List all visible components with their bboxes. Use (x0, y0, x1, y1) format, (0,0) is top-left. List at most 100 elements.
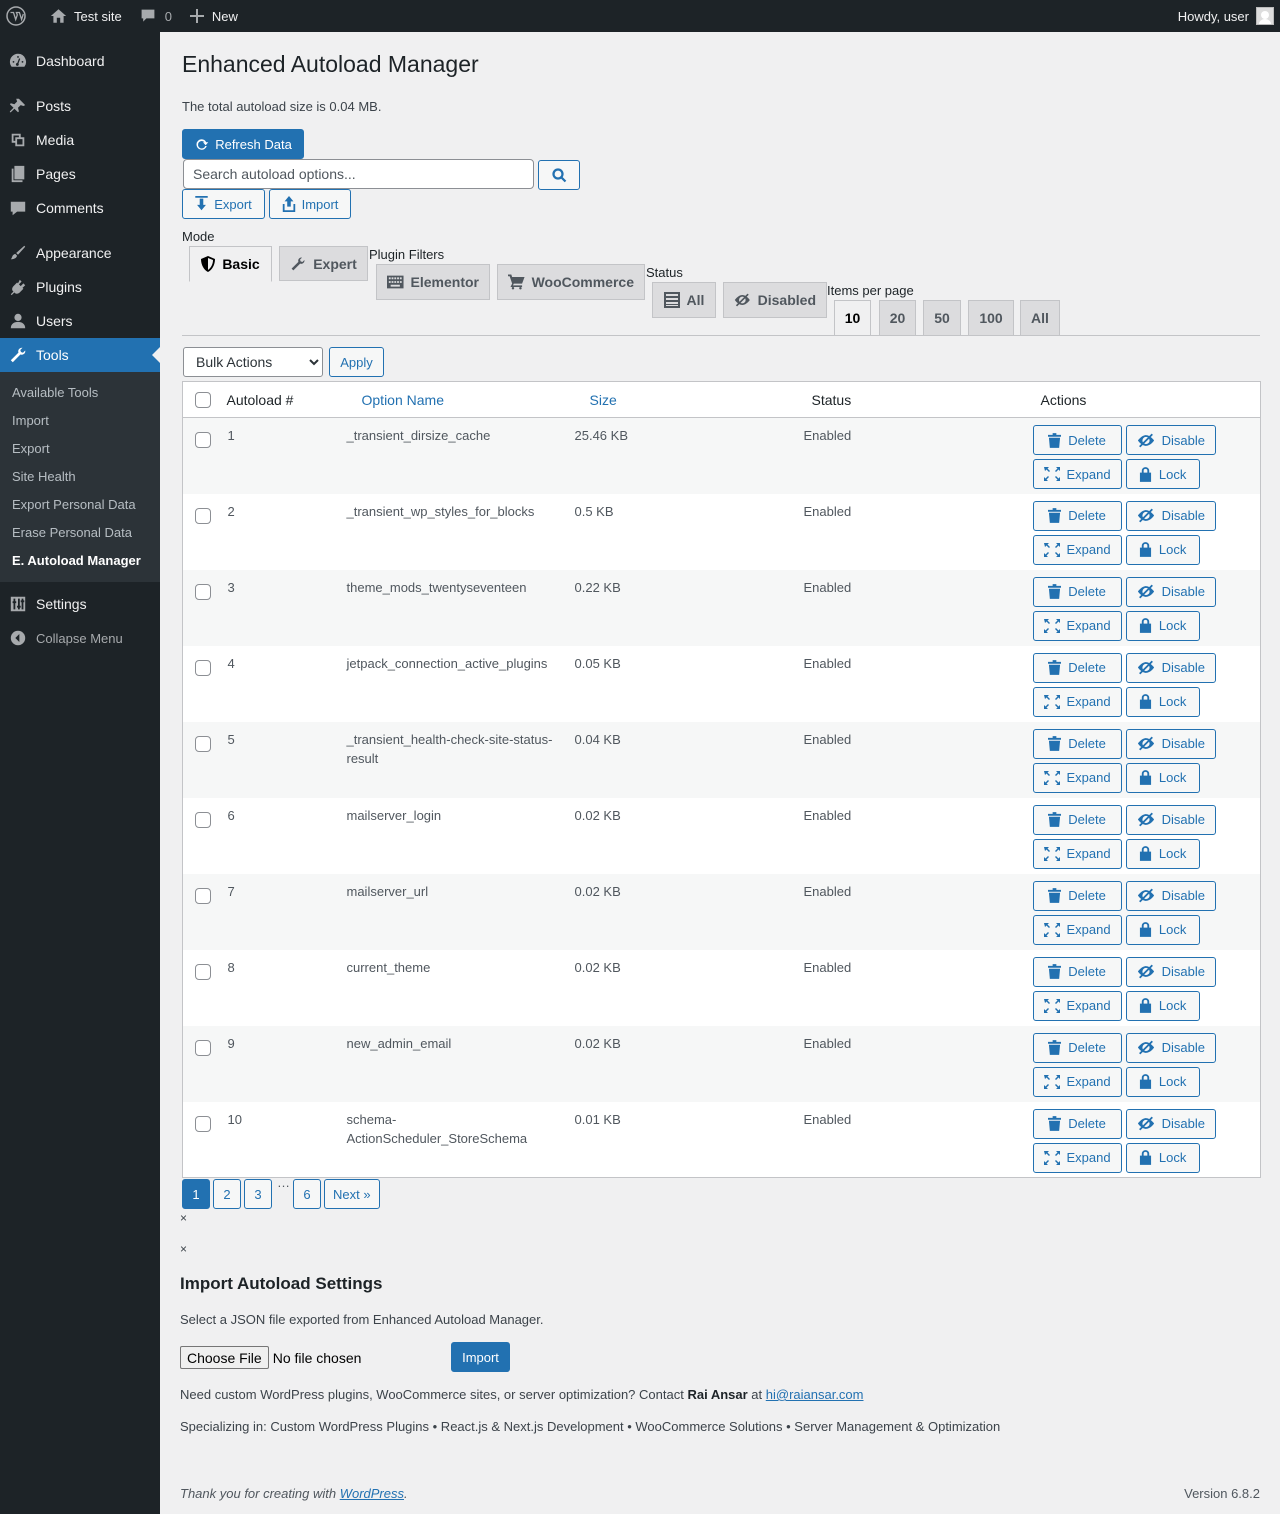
delete-button[interactable]: Delete (1032, 1108, 1122, 1139)
choose-file-button[interactable]: Choose File (180, 1346, 269, 1369)
close-mark-1[interactable]: × (180, 1211, 187, 1225)
tab-per-page-10[interactable]: 10 (834, 300, 871, 336)
tab-mode-expert[interactable]: Expert (279, 246, 368, 281)
tab-plugin-elementor[interactable]: Elementor (376, 264, 490, 300)
menu-comments[interactable]: Comments (0, 191, 160, 225)
delete-button[interactable]: Delete (1032, 1032, 1122, 1063)
submenu-export-personal-data[interactable]: Export Personal Data (0, 491, 160, 519)
submenu-export[interactable]: Export (0, 435, 160, 463)
disable-button[interactable]: Disable (1125, 576, 1216, 607)
row-checkbox[interactable] (195, 963, 211, 980)
row-checkbox[interactable] (195, 432, 211, 448)
delete-button[interactable]: Delete (1032, 956, 1122, 987)
search-input[interactable] (183, 159, 534, 189)
tab-per-page-all[interactable]: All (1020, 300, 1060, 336)
delete-button[interactable]: Delete (1032, 804, 1122, 835)
footer-wordpress-link[interactable]: WordPress (340, 1486, 404, 1501)
row-checkbox[interactable] (195, 887, 211, 904)
page-6-button[interactable]: 6 (293, 1179, 321, 1209)
row-checkbox[interactable] (195, 1115, 211, 1132)
refresh-data-button[interactable]: Refresh Data (182, 129, 304, 159)
submenu-site-health[interactable]: Site Health (0, 463, 160, 491)
row-checkbox[interactable] (195, 1039, 211, 1056)
import-button[interactable]: Import (269, 189, 351, 219)
tab-mode-basic[interactable]: Basic (189, 246, 272, 282)
tab-status-all[interactable]: All (652, 282, 716, 318)
page-3-button[interactable]: 3 (244, 1179, 272, 1209)
comments-link[interactable]: 0 (130, 0, 180, 32)
expand-button[interactable]: Expand (1032, 914, 1122, 945)
expand-button[interactable]: Expand (1032, 534, 1122, 565)
disable-button[interactable]: Disable (1125, 652, 1216, 683)
lock-button[interactable]: Lock (1125, 1066, 1200, 1097)
menu-tools[interactable]: Tools (0, 338, 160, 372)
row-checkbox[interactable] (195, 583, 211, 600)
expand-button[interactable]: Expand (1032, 1066, 1122, 1097)
disable-button[interactable]: Disable (1125, 425, 1216, 455)
apply-button[interactable]: Apply (329, 347, 384, 377)
tab-status-disabled[interactable]: Disabled (723, 282, 827, 318)
disable-button[interactable]: Disable (1125, 1108, 1216, 1139)
import-submit-button[interactable]: Import (451, 1342, 510, 1372)
delete-button[interactable]: Delete (1032, 652, 1122, 683)
expand-button[interactable]: Expand (1032, 459, 1122, 489)
account-menu[interactable]: Howdy, user (1170, 0, 1280, 32)
menu-posts[interactable]: Posts (0, 89, 160, 123)
tab-per-page-100[interactable]: 100 (968, 300, 1014, 336)
page-1-button[interactable]: 1 (182, 1179, 210, 1209)
header-option-name[interactable]: Option Name (346, 381, 575, 418)
expand-button[interactable]: Expand (1032, 610, 1122, 641)
expand-button[interactable]: Expand (1032, 686, 1122, 717)
disable-button[interactable]: Disable (1125, 880, 1216, 911)
lock-button[interactable]: Lock (1125, 990, 1200, 1021)
lock-button[interactable]: Lock (1125, 762, 1200, 793)
tab-per-page-50[interactable]: 50 (923, 300, 961, 336)
delete-button[interactable]: Delete (1032, 880, 1122, 911)
delete-button[interactable]: Delete (1032, 425, 1122, 455)
row-checkbox[interactable] (195, 659, 211, 676)
menu-pages[interactable]: Pages (0, 157, 160, 191)
disable-button[interactable]: Disable (1125, 956, 1216, 987)
row-checkbox[interactable] (195, 507, 211, 524)
disable-button[interactable]: Disable (1125, 804, 1216, 835)
delete-button[interactable]: Delete (1032, 500, 1122, 531)
expand-button[interactable]: Expand (1032, 1142, 1122, 1173)
delete-button[interactable]: Delete (1032, 576, 1122, 607)
site-name-link[interactable]: Test site (34, 0, 130, 32)
tab-plugin-woocommerce[interactable]: WooCommerce (497, 264, 645, 300)
menu-settings[interactable]: Settings (0, 587, 160, 621)
next-page-button[interactable]: Next » (324, 1179, 380, 1209)
disable-button[interactable]: Disable (1125, 728, 1216, 759)
new-content-link[interactable]: New (180, 0, 246, 32)
row-checkbox[interactable] (195, 811, 211, 828)
expand-button[interactable]: Expand (1032, 990, 1122, 1021)
delete-button[interactable]: Delete (1032, 728, 1122, 759)
menu-plugins[interactable]: Plugins (0, 270, 160, 304)
export-button[interactable]: Export (182, 189, 265, 219)
lock-button[interactable]: Lock (1125, 686, 1200, 717)
expand-button[interactable]: Expand (1032, 762, 1122, 793)
lock-button[interactable]: Lock (1125, 459, 1200, 489)
submenu-erase-personal-data[interactable]: Erase Personal Data (0, 519, 160, 547)
lock-button[interactable]: Lock (1125, 838, 1200, 869)
menu-appearance[interactable]: Appearance (0, 236, 160, 270)
bulk-actions-select[interactable]: Bulk Actions (183, 347, 323, 377)
menu-media[interactable]: Media (0, 123, 160, 157)
tab-per-page-20[interactable]: 20 (879, 300, 916, 336)
submenu-available-tools[interactable]: Available Tools (0, 379, 160, 407)
submenu-import[interactable]: Import (0, 407, 160, 435)
disable-button[interactable]: Disable (1125, 500, 1216, 531)
close-mark-2[interactable]: × (180, 1242, 187, 1256)
menu-dashboard[interactable]: Dashboard (0, 44, 160, 78)
header-size[interactable]: Size (574, 381, 804, 418)
lock-button[interactable]: Lock (1125, 914, 1200, 945)
submenu-autoload-manager[interactable]: E. Autoload Manager (0, 547, 160, 575)
select-all-checkbox[interactable] (195, 392, 211, 408)
disable-button[interactable]: Disable (1125, 1032, 1216, 1063)
wordpress-logo[interactable] (0, 0, 34, 32)
lock-button[interactable]: Lock (1125, 610, 1200, 641)
search-button[interactable] (538, 160, 580, 190)
credits-email-link[interactable]: hi@raiansar.com (766, 1387, 864, 1402)
page-2-button[interactable]: 2 (213, 1179, 241, 1209)
lock-button[interactable]: Lock (1125, 534, 1200, 565)
